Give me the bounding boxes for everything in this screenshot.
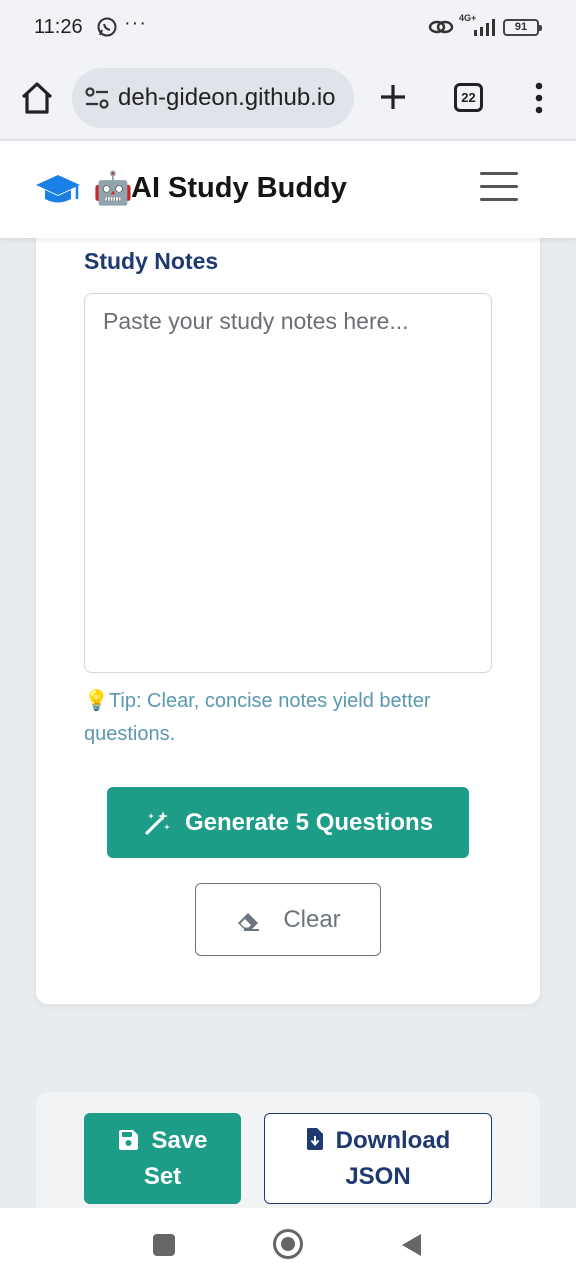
tip-text: 💡Tip: Clear, concise notes yield better … [84,690,431,745]
new-tab-icon[interactable] [376,80,410,114]
study-notes-textarea[interactable] [84,293,492,673]
address-bar[interactable]: deh-gideon.github.io [72,68,354,128]
back-icon[interactable] [399,1232,423,1258]
save-line-1: Save [84,1123,241,1159]
study-notes-label: Study Notes [84,248,219,274]
menu-line [480,198,518,201]
menu-line [480,172,518,175]
url-text: deh-gideon.github.io [118,84,336,111]
download-json-button[interactable]: Download JSON [264,1113,492,1204]
clear-label: Clear [283,905,341,933]
robot-emoji: 🤖 [93,170,133,206]
home-icon[interactable] [18,80,56,116]
download-line-1: Download [265,1123,491,1159]
save-label: Save [151,1126,208,1154]
signal-icon [474,19,495,36]
home-nav-icon[interactable] [273,1229,303,1259]
download-line-2: JSON [345,1162,411,1190]
battery-icon: 91 [503,19,542,36]
recent-apps-icon[interactable] [153,1234,175,1256]
generate-label: Generate 5 Questions [184,808,434,836]
status-bar: 11:26 ··· 4G+ 91 [0,0,576,56]
more-notifications-icon: ··· [124,12,147,34]
download-label: Download [335,1126,451,1154]
link-icon [428,20,454,34]
app-navbar: 🤖 AI Study Buddy [0,141,576,238]
site-settings-icon[interactable] [84,86,110,110]
magic-wand-icon [145,810,170,835]
system-nav-bar [0,1208,576,1280]
menu-line [480,185,518,188]
whatsapp-icon [97,17,117,37]
file-download-icon [306,1127,323,1150]
tab-switcher-button[interactable]: 22 [454,83,483,112]
clear-button[interactable]: Clear [195,883,381,956]
status-time: 11:26 [34,16,83,38]
graduation-cap-icon[interactable] [34,171,82,207]
generate-questions-button[interactable]: Generate 5 Questions [107,787,469,858]
save-set-button[interactable]: Save Set [84,1113,241,1204]
eraser-icon [238,912,260,931]
hamburger-menu-button[interactable] [480,172,518,206]
more-options-icon[interactable] [528,80,550,116]
browser-toolbar: deh-gideon.github.io 22 [0,56,576,140]
brand-title[interactable]: AI Study Buddy [131,169,347,207]
save-line-2: Set [143,1162,182,1190]
save-icon [119,1129,139,1150]
